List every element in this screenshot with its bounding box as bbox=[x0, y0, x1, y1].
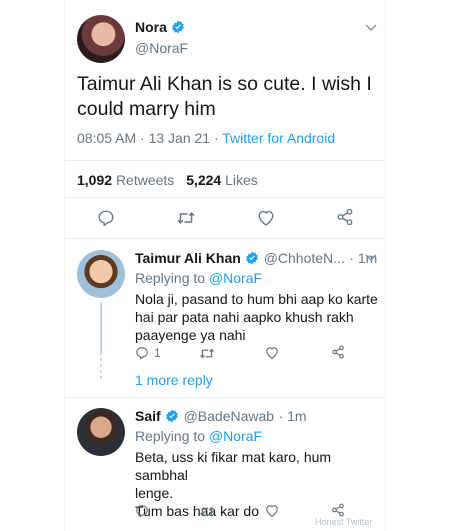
reply-handle[interactable]: @BadeNawab bbox=[184, 408, 275, 424]
reply-text-line: lenge. bbox=[135, 485, 174, 501]
reply-name[interactable]: Saif bbox=[135, 408, 161, 424]
reply-icon[interactable] bbox=[135, 504, 149, 518]
divider bbox=[65, 197, 385, 198]
reply-text-line: Beta, uss ki fikar mat karo, hum sambhal bbox=[135, 449, 332, 483]
main-tweet-header: Nora bbox=[135, 19, 185, 37]
watermark: Honest Twitter bbox=[315, 517, 373, 527]
replying-to-label: Replying to bbox=[135, 428, 209, 444]
replying-to-handle[interactable]: @NoraF bbox=[209, 270, 262, 286]
retweets-label[interactable]: Retweets bbox=[116, 172, 174, 188]
share-icon[interactable] bbox=[331, 345, 345, 359]
retweet-icon[interactable] bbox=[199, 347, 215, 360]
main-tweet-meta: 08:05 AM · 13 Jan 21 · Twitter for Andro… bbox=[77, 130, 335, 146]
retweet-icon[interactable] bbox=[199, 505, 215, 518]
reply-header: Taimur Ali Khan @ChhoteN... · 1m bbox=[135, 250, 377, 268]
reply-text: Nola ji, pasand to hum bhi aap ko karte … bbox=[135, 290, 378, 344]
reply-text-line: Nola ji, pasand to hum bhi aap ko karte bbox=[135, 291, 378, 307]
divider bbox=[65, 397, 385, 398]
main-tweet-timestamp: 08:05 AM · 13 Jan 21 · bbox=[77, 130, 223, 146]
main-tweet-handle[interactable]: @NoraF bbox=[135, 40, 188, 56]
verified-badge-icon bbox=[165, 409, 179, 423]
like-icon[interactable] bbox=[265, 346, 279, 359]
share-icon[interactable] bbox=[331, 503, 345, 517]
divider bbox=[65, 238, 385, 239]
share-icon[interactable] bbox=[336, 208, 354, 226]
likes-label[interactable]: Likes bbox=[225, 172, 258, 188]
verified-badge-icon bbox=[171, 20, 185, 34]
main-tweet-text: Taimur Ali Khan is so cute. I wish I cou… bbox=[77, 73, 372, 120]
replying-to: Replying to @NoraF bbox=[135, 270, 262, 286]
reply-handle[interactable]: @ChhoteN... bbox=[264, 250, 345, 266]
reply-name[interactable]: Taimur Ali Khan bbox=[135, 250, 241, 266]
thread-line bbox=[100, 302, 102, 352]
verified-badge-icon bbox=[245, 251, 259, 265]
tweet-thread: Nora @NoraF Taimur Ali Khan is so cute. … bbox=[64, 0, 386, 531]
reply-time: · 1m bbox=[278, 408, 307, 424]
replying-to-handle[interactable]: @NoraF bbox=[209, 428, 262, 444]
replying-to-label: Replying to bbox=[135, 270, 209, 286]
reply-header: Saif @BadeNawab · 1m bbox=[135, 408, 307, 426]
reply-text-line: hai par pata nahi aapko khush rakh bbox=[135, 309, 354, 325]
chevron-down-icon[interactable] bbox=[365, 254, 377, 262]
replying-to: Replying to @NoraF bbox=[135, 428, 262, 444]
avatar-taimur[interactable] bbox=[77, 250, 125, 298]
reply-icon[interactable] bbox=[135, 346, 149, 360]
main-tweet-name[interactable]: Nora bbox=[135, 19, 167, 35]
like-icon[interactable] bbox=[257, 209, 275, 226]
chevron-down-icon[interactable] bbox=[365, 24, 377, 32]
retweets-count[interactable]: 1,092 bbox=[77, 172, 112, 188]
tweet-stats: 1,092 Retweets 5,224 Likes bbox=[77, 172, 258, 188]
reply-text-line: paayenge ya nahi bbox=[135, 327, 246, 343]
tweet-source-link[interactable]: Twitter for Android bbox=[222, 130, 335, 146]
divider bbox=[65, 160, 385, 161]
reply-text: Beta, uss ki fikar mat karo, hum sambhal… bbox=[135, 448, 385, 520]
retweet-icon[interactable] bbox=[176, 210, 196, 226]
reply-count: 1 bbox=[154, 346, 161, 360]
thread-dots bbox=[100, 352, 102, 382]
more-replies-link[interactable]: 1 more reply bbox=[135, 372, 213, 388]
avatar-nora[interactable] bbox=[77, 15, 125, 63]
avatar-saif[interactable] bbox=[77, 408, 125, 456]
likes-count[interactable]: 5,224 bbox=[186, 172, 221, 188]
reply-icon[interactable] bbox=[97, 209, 115, 227]
like-icon[interactable] bbox=[265, 504, 279, 517]
